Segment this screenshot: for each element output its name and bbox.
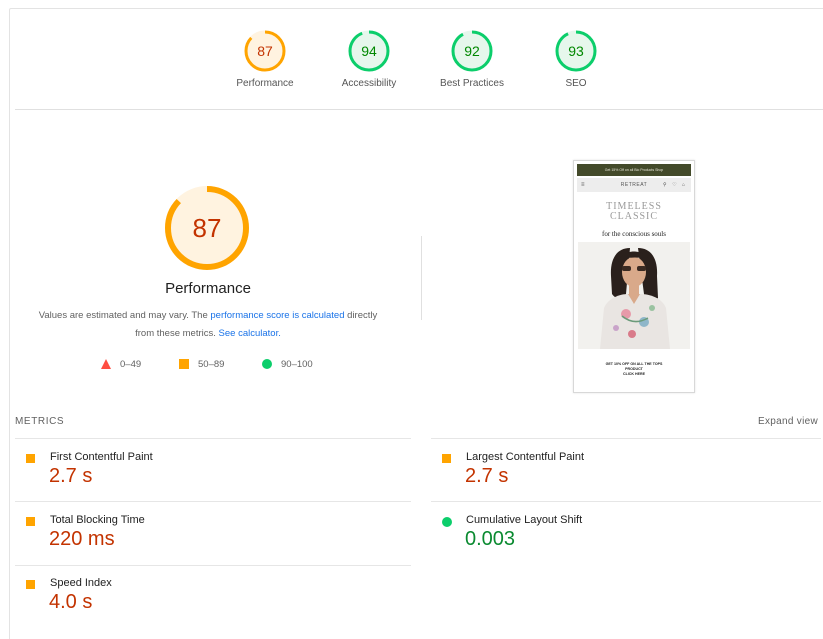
metrics-divider <box>15 438 411 439</box>
gauge-seo[interactable]: 93 SEO <box>526 29 626 89</box>
gauge-ring: 94 <box>348 30 390 72</box>
metric-name: Largest Contentful Paint <box>466 451 585 463</box>
metric-value: 2.7 s <box>49 465 93 487</box>
metrics-divider <box>15 565 411 566</box>
page-screenshot-thumbnail[interactable]: Get 15% Off on all Bio Products Shop ≡ R… <box>573 160 695 393</box>
metric-value: 220 ms <box>49 528 115 550</box>
see-calculator-link[interactable]: See calculator. <box>219 328 281 339</box>
gauge-ring: 93 <box>555 30 597 72</box>
performance-description: Values are estimated and may vary. The p… <box>30 307 386 343</box>
gauge-ring: 87 <box>244 30 286 72</box>
square-icon <box>26 580 35 589</box>
gauge-score: 92 <box>464 43 480 59</box>
cta-line: CLICK HERE <box>623 372 645 376</box>
heading-line: CLASSIC <box>609 211 659 222</box>
gauge-label: Best Practices <box>440 78 504 89</box>
performance-gauge-large: 87 <box>165 186 249 270</box>
metrics-divider <box>15 501 411 502</box>
metrics-heading: METRICS <box>15 416 65 427</box>
square-icon <box>26 454 35 463</box>
legend-fail: 0–49 <box>101 357 141 371</box>
performance-score-link[interactable]: performance score is calculated <box>210 310 344 321</box>
screenshot-cta: GET 10% OFF ON ALL THE TOPS PRODUCT CLIC… <box>574 362 694 377</box>
performance-title: Performance <box>165 280 251 297</box>
metric-name: Cumulative Layout Shift <box>466 514 583 526</box>
screenshot-subheading: for the conscious souls <box>602 230 666 238</box>
square-icon <box>179 359 189 369</box>
model-photo <box>578 242 690 349</box>
performance-score: 87 <box>193 213 222 243</box>
screenshot-banner: Get 15% Off on all Bio Products Shop <box>577 164 691 176</box>
gauge-label: Performance <box>236 78 294 89</box>
circle-icon <box>262 359 272 369</box>
legend-pass: 90–100 <box>262 357 313 371</box>
gauge-ring: 92 <box>451 30 493 72</box>
legend-range: 90–100 <box>281 358 313 370</box>
metric-value: 0.003 <box>465 528 516 550</box>
legend-average: 50–89 <box>179 357 224 371</box>
metric-value: 4.0 s <box>49 591 93 613</box>
gauge-performance[interactable]: 87 Performance <box>215 29 315 89</box>
metric-name: First Contentful Paint <box>50 451 153 463</box>
metric-name: Speed Index <box>50 577 112 589</box>
legend-range: 50–89 <box>198 358 225 370</box>
gauge-label: Accessibility <box>341 78 397 89</box>
gauge-score: 87 <box>257 43 273 59</box>
legend-range: 0–49 <box>120 358 142 370</box>
gauge-accessibility[interactable]: 94 Accessibility <box>319 29 419 89</box>
gauge-score: 93 <box>568 43 584 59</box>
metric-value: 2.7 s <box>465 465 509 487</box>
expand-view-toggle[interactable]: Expand view <box>758 416 818 427</box>
metric-name: Total Blocking Time <box>50 514 145 526</box>
square-icon <box>442 454 451 463</box>
metrics-divider <box>431 501 821 502</box>
screenshot-heading: TIMELESS CLASSIC <box>574 202 694 222</box>
screenshot-navbar: ≡ RETREAT ⚲ ♡ ⌂ <box>577 178 691 192</box>
desc-text: Values are estimated and may vary. The <box>38 310 211 321</box>
metrics-divider <box>431 438 821 439</box>
gauge-best-practices[interactable]: 92 Best Practices <box>422 29 522 89</box>
vertical-divider <box>421 236 422 320</box>
summary-divider <box>15 109 823 110</box>
triangle-icon <box>101 359 111 369</box>
gauge-score: 94 <box>361 43 377 59</box>
square-icon <box>26 517 35 526</box>
circle-icon <box>442 517 452 527</box>
gauge-label: SEO <box>565 78 587 89</box>
nav-icons: ⚲ ♡ ⌂ <box>663 182 687 188</box>
